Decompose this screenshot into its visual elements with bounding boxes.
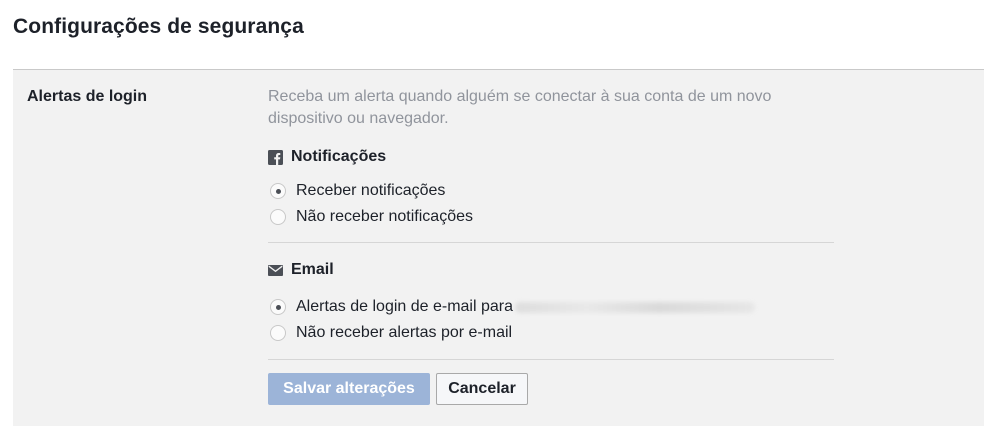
radio-button-selected[interactable] (270, 183, 286, 199)
notifications-heading-label: Notificações (291, 148, 387, 165)
radio-no-email-alerts[interactable]: Não receber alertas por e-mail (268, 320, 834, 346)
radio-receive-notifications[interactable]: Receber notificações (268, 178, 834, 204)
radio-no-notifications[interactable]: Não receber notificações (268, 204, 834, 230)
blurred-email-address (515, 301, 756, 313)
radio-label: Receber notificações (296, 182, 446, 199)
save-changes-button[interactable]: Salvar alterações (268, 373, 430, 405)
login-alerts-label: Alertas de login (27, 88, 148, 105)
radio-email-login-alerts[interactable]: Alertas de login de e-mail para (268, 294, 834, 320)
radio-button-selected[interactable] (270, 299, 286, 315)
radio-label: Alertas de login de e-mail para (296, 298, 514, 315)
facebook-icon (268, 149, 283, 165)
radio-button[interactable] (270, 209, 286, 225)
cancel-button[interactable]: Cancelar (436, 373, 528, 405)
radio-label: Não receber notificações (296, 208, 473, 225)
envelope-icon (268, 264, 283, 276)
radio-label: Não receber alertas por e-mail (296, 324, 513, 341)
login-alerts-panel: Alertas de login Receba um alerta quando… (13, 69, 984, 426)
email-heading: Email (268, 259, 834, 281)
login-alerts-description: Receba um alerta quando alguém se conect… (268, 88, 772, 127)
email-heading-label: Email (291, 261, 334, 278)
page-title: Configurações de segurança (13, 15, 304, 38)
radio-button[interactable] (270, 325, 286, 341)
notifications-heading: Notificações (268, 146, 834, 168)
form-buttons: Salvar alterações Cancelar (268, 373, 834, 405)
login-alerts-content: Receba um alerta quando alguém se conect… (268, 86, 834, 405)
